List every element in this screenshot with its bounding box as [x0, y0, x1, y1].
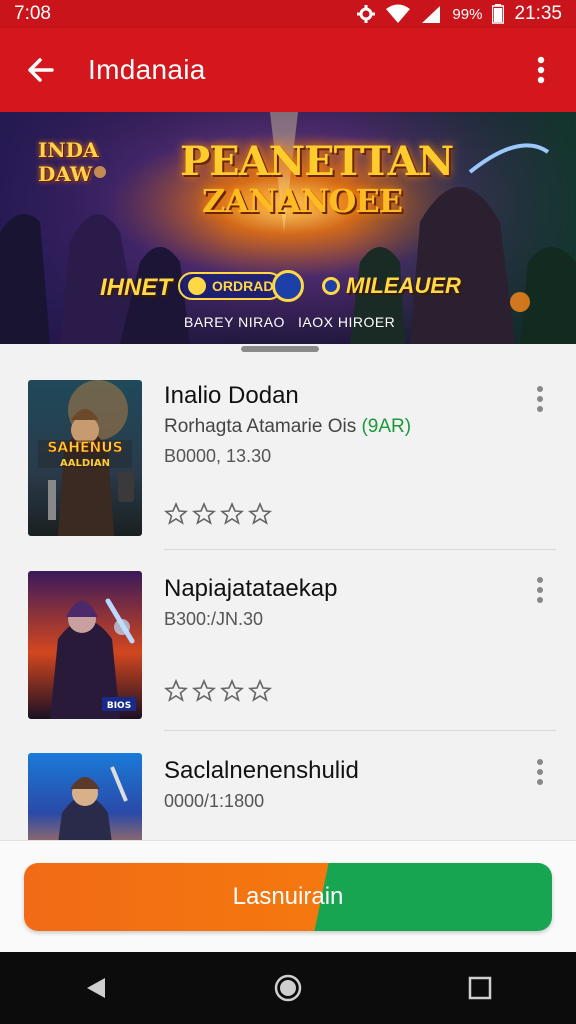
page-title: Imdanaia [88, 54, 206, 85]
system-nav-bar [0, 952, 576, 1024]
banner-logo: INDA DAW [38, 138, 99, 186]
list-item[interactable]: SAHENUS AALDIAN Inalio Dodan Rorhagta At… [0, 356, 576, 551]
banner-badge-mid-label: ORDRAD [212, 278, 274, 294]
game-thumbnail [28, 753, 142, 840]
item-more-button[interactable] [528, 382, 552, 416]
item-title: Napiajatataekap [164, 575, 338, 602]
nav-home-button[interactable] [264, 964, 312, 1012]
square-recents-icon [468, 976, 492, 1000]
item-meta: B300:/JN.30 [164, 609, 264, 629]
star-rating[interactable] [164, 502, 272, 526]
banner-title-line2: ZANANOEE [202, 182, 403, 220]
item-more-button[interactable] [528, 755, 552, 789]
list-item[interactable]: BIOS Napiajatataekap B300:/JN.30 [0, 551, 576, 731]
battery-percent: 99% [452, 5, 483, 23]
item-subtitle: Rorhagta Atamarie Ois (9AR) [164, 416, 411, 438]
badge-circle-icon [322, 277, 340, 295]
badge-circle-icon [188, 277, 206, 295]
battery-icon [492, 4, 505, 24]
divider [164, 549, 556, 550]
promo-banner[interactable]: INDA DAW PEANETTAN ZANANOEE IHNET ORDRAD… [0, 112, 576, 344]
overflow-menu-button[interactable] [526, 50, 556, 90]
primary-action-button[interactable]: Lasnuirain [24, 863, 552, 931]
item-title: Inalio Dodan [164, 382, 299, 409]
nav-back-button[interactable] [72, 964, 120, 1012]
item-subtitle-accent: (9AR) [361, 416, 412, 437]
svg-text:BIOS: BIOS [107, 701, 131, 711]
game-list[interactable]: SAHENUS AALDIAN Inalio Dodan Rorhagta At… [0, 356, 576, 840]
banner-badge-right: MILEAUER [318, 272, 473, 300]
game-thumbnail: BIOS [28, 571, 142, 719]
list-item[interactable]: Saclalnenenshulid 0000/1:1800 [0, 731, 576, 840]
wifi-icon [386, 4, 411, 24]
star-icon [192, 502, 216, 525]
star-icon [164, 502, 188, 525]
star-icon [220, 679, 244, 702]
svg-text:AALDIAN: AALDIAN [60, 458, 110, 469]
banner-caption-right: IAOX HIROER [298, 314, 396, 330]
more-vert-icon [537, 577, 543, 603]
item-more-button[interactable] [528, 573, 552, 607]
drag-handle[interactable] [241, 346, 319, 352]
cta-label: Lasnuirain [232, 883, 344, 910]
item-title: Saclalnenenshulid [164, 757, 359, 784]
circle-home-icon [274, 974, 302, 1002]
banner-title-line1: PEANETTAN [180, 138, 454, 185]
item-meta: B0000, 13.30 [164, 446, 272, 466]
banner-caption-left: BAREY NIRAO [184, 314, 285, 330]
svg-text:SAHENUS: SAHENUS [47, 440, 122, 456]
cta-green-segment [314, 863, 552, 931]
item-meta: 0000/1:1800 [164, 791, 265, 811]
star-icon [248, 679, 272, 702]
gear-icon [356, 4, 376, 24]
banner-badge-mid: ORDRAD [178, 272, 284, 300]
triangle-back-icon [87, 978, 105, 998]
signal-icon [420, 4, 442, 24]
banner-emblem-icon [272, 270, 304, 302]
status-time: 7:08 [14, 3, 51, 24]
star-icon [192, 679, 216, 702]
item-subtitle-text: Rorhagta Atamarie Ois [164, 416, 357, 437]
more-vert-icon [537, 56, 545, 84]
star-icon [164, 679, 188, 702]
banner-badge-left: IHNET [100, 274, 172, 301]
bottom-action-panel: Lasnuirain [0, 840, 576, 952]
nav-recents-button[interactable] [456, 964, 504, 1012]
status-bar: 7:08 99% 21:35 [0, 0, 576, 28]
banner-badge-right-label: MILEAUER [346, 273, 461, 298]
star-rating[interactable] [164, 679, 272, 703]
star-icon [248, 502, 272, 525]
game-thumbnail: SAHENUS AALDIAN [28, 380, 142, 536]
app-bar: Imdanaia [0, 28, 576, 112]
more-vert-icon [537, 386, 543, 412]
star-icon [220, 502, 244, 525]
status-clock: 21:35 [514, 3, 562, 24]
back-button[interactable] [20, 50, 60, 90]
more-vert-icon [537, 759, 543, 785]
arrow-left-icon [28, 58, 54, 82]
